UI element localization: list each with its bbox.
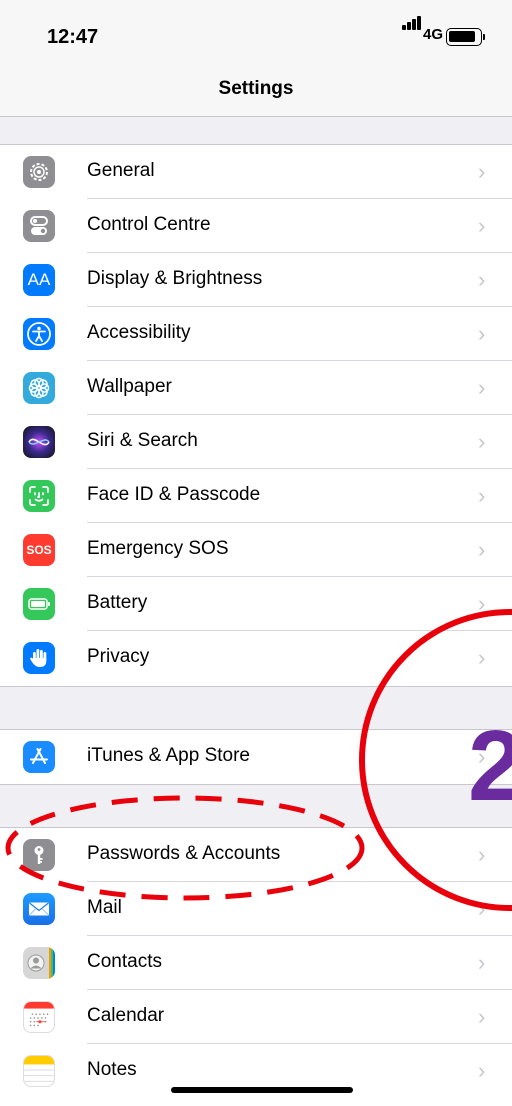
annotation-overlay: 2: [5, 609, 512, 911]
highlight-dashed-ellipse: [5, 795, 365, 901]
step-number: 2: [468, 710, 512, 822]
